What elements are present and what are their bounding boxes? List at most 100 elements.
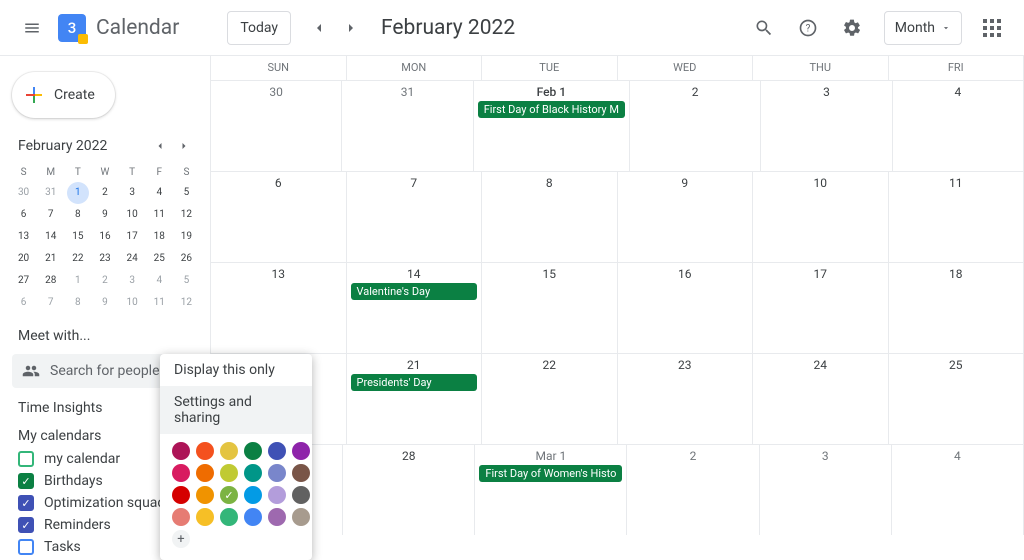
color-swatch[interactable] xyxy=(292,464,310,482)
mini-day-cell[interactable]: 25 xyxy=(148,248,170,270)
day-cell[interactable]: 24 xyxy=(753,353,889,444)
mini-day-cell[interactable]: 10 xyxy=(121,204,143,226)
mini-day-cell[interactable]: 16 xyxy=(94,226,116,248)
mini-day-cell[interactable]: 7 xyxy=(40,204,62,226)
mini-day-cell[interactable]: 23 xyxy=(94,248,116,270)
color-swatch[interactable] xyxy=(172,442,190,460)
color-swatch[interactable] xyxy=(292,442,310,460)
mini-day-cell[interactable]: 12 xyxy=(175,204,197,226)
calendar-checkbox[interactable] xyxy=(18,495,34,511)
day-cell[interactable]: 7 xyxy=(347,171,483,262)
day-cell[interactable]: 14Valentine's Day xyxy=(347,262,483,353)
day-cell[interactable]: 23 xyxy=(618,353,754,444)
mini-day-cell[interactable]: 5 xyxy=(175,270,197,292)
next-month-button[interactable] xyxy=(335,12,367,44)
color-swatch[interactable] xyxy=(196,508,214,526)
day-cell[interactable]: 9 xyxy=(618,171,754,262)
mini-day-cell[interactable]: 13 xyxy=(13,226,35,248)
day-cell[interactable]: 10 xyxy=(753,171,889,262)
google-apps-icon[interactable] xyxy=(972,8,1012,48)
mini-calendar[interactable]: SMTWTFS303112345678910111213141516171819… xyxy=(10,164,200,314)
help-icon[interactable]: ? xyxy=(788,8,828,48)
mini-day-cell[interactable]: 9 xyxy=(94,292,116,314)
color-swatch[interactable] xyxy=(220,442,238,460)
mini-day-cell[interactable]: 4 xyxy=(148,182,170,204)
mini-day-cell[interactable]: 24 xyxy=(121,248,143,270)
day-cell[interactable]: 4 xyxy=(893,80,1024,171)
color-swatch[interactable] xyxy=(244,464,262,482)
mini-day-cell[interactable]: 11 xyxy=(148,292,170,314)
color-swatch[interactable] xyxy=(244,442,262,460)
color-swatch[interactable] xyxy=(244,486,262,504)
today-button[interactable]: Today xyxy=(227,11,291,45)
day-cell[interactable]: 11 xyxy=(889,171,1024,262)
day-cell[interactable]: 28 xyxy=(343,444,475,535)
prev-month-button[interactable] xyxy=(303,12,335,44)
create-event-button[interactable]: Create xyxy=(12,72,115,118)
mini-day-cell[interactable]: 2 xyxy=(94,182,116,204)
mini-day-cell[interactable]: 1 xyxy=(67,182,89,204)
color-swatch[interactable] xyxy=(244,508,262,526)
mini-day-cell[interactable]: 17 xyxy=(121,226,143,248)
day-cell[interactable]: 3 xyxy=(761,80,892,171)
color-swatch[interactable] xyxy=(292,508,310,526)
color-swatch[interactable] xyxy=(268,508,286,526)
mini-day-cell[interactable]: 15 xyxy=(67,226,89,248)
day-cell[interactable]: 18 xyxy=(889,262,1024,353)
settings-sharing-item[interactable]: Settings and sharing xyxy=(160,386,312,434)
color-swatch[interactable] xyxy=(196,442,214,460)
color-swatch[interactable] xyxy=(196,486,214,504)
color-swatch[interactable] xyxy=(220,464,238,482)
mini-next-button[interactable] xyxy=(172,134,196,158)
color-swatch[interactable] xyxy=(268,442,286,460)
day-cell[interactable]: 17 xyxy=(753,262,889,353)
mini-day-cell[interactable]: 3 xyxy=(121,182,143,204)
day-cell[interactable]: 2 xyxy=(630,80,761,171)
event-chip[interactable]: First Day of Women's Histo xyxy=(479,465,622,482)
mini-day-cell[interactable]: 2 xyxy=(94,270,116,292)
day-cell[interactable]: 13 xyxy=(211,262,347,353)
settings-gear-icon[interactable] xyxy=(832,8,872,48)
day-cell[interactable]: 4 xyxy=(892,444,1024,535)
day-cell[interactable]: 30 xyxy=(211,80,342,171)
day-cell[interactable]: Feb 1First Day of Black History M xyxy=(474,80,630,171)
mini-day-cell[interactable]: 18 xyxy=(148,226,170,248)
mini-day-cell[interactable]: 8 xyxy=(67,292,89,314)
day-cell[interactable]: 16 xyxy=(618,262,754,353)
calendar-checkbox[interactable] xyxy=(18,517,34,533)
color-swatch[interactable] xyxy=(268,486,286,504)
mini-day-cell[interactable]: 30 xyxy=(13,182,35,204)
mini-day-cell[interactable]: 11 xyxy=(148,204,170,226)
color-swatch[interactable] xyxy=(172,508,190,526)
day-cell[interactable]: 3 xyxy=(760,444,892,535)
mini-day-cell[interactable]: 21 xyxy=(40,248,62,270)
day-cell[interactable]: 21Presidents' Day xyxy=(347,353,483,444)
mini-day-cell[interactable]: 22 xyxy=(67,248,89,270)
mini-day-cell[interactable]: 9 xyxy=(94,204,116,226)
mini-day-cell[interactable]: 3 xyxy=(121,270,143,292)
event-chip[interactable]: Valentine's Day xyxy=(351,283,478,300)
mini-day-cell[interactable]: 27 xyxy=(13,270,35,292)
mini-prev-button[interactable] xyxy=(148,134,172,158)
search-icon[interactable] xyxy=(744,8,784,48)
day-cell[interactable]: 15 xyxy=(482,262,618,353)
mini-day-cell[interactable]: 5 xyxy=(175,182,197,204)
mini-day-cell[interactable]: 1 xyxy=(67,270,89,292)
add-color-button[interactable]: + xyxy=(172,530,190,548)
day-cell[interactable]: Mar 1First Day of Women's Histo xyxy=(475,444,627,535)
mini-day-cell[interactable]: 19 xyxy=(175,226,197,248)
mini-day-cell[interactable]: 26 xyxy=(175,248,197,270)
color-swatch[interactable] xyxy=(292,486,310,504)
day-cell[interactable]: 25 xyxy=(889,353,1024,444)
day-cell[interactable]: 2 xyxy=(627,444,759,535)
mini-day-cell[interactable]: 7 xyxy=(40,292,62,314)
mini-day-cell[interactable]: 8 xyxy=(67,204,89,226)
mini-day-cell[interactable]: 31 xyxy=(40,182,62,204)
event-chip[interactable]: First Day of Black History M xyxy=(478,101,625,118)
color-swatch[interactable] xyxy=(172,486,190,504)
calendar-checkbox[interactable] xyxy=(18,451,34,467)
color-swatch[interactable] xyxy=(220,508,238,526)
day-cell[interactable]: 6 xyxy=(211,171,347,262)
display-only-item[interactable]: Display this only xyxy=(160,354,312,386)
color-swatch[interactable] xyxy=(196,464,214,482)
